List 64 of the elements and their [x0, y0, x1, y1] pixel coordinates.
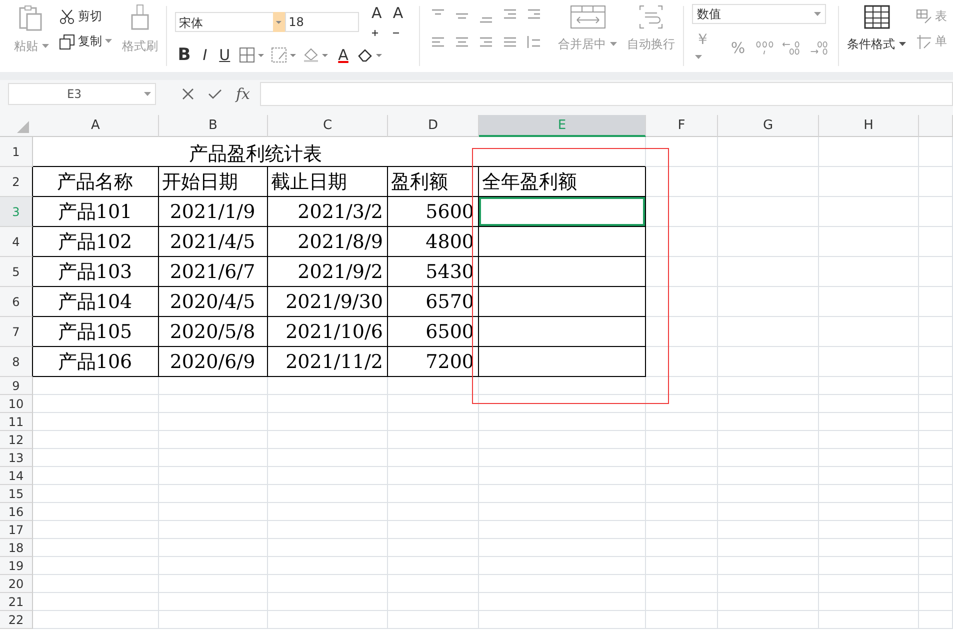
insert-function-button[interactable]: fx [236, 85, 250, 103]
table-grid-icon [862, 4, 891, 30]
number-format-dropdown[interactable]: 数值 [692, 4, 826, 24]
row-header[interactable]: 17 [0, 521, 33, 539]
row-header[interactable]: 4 [0, 227, 33, 257]
scissors-icon [58, 8, 75, 24]
clipboard-icon [18, 4, 44, 32]
row-header[interactable]: 1 [0, 137, 33, 167]
row-header[interactable]: 19 [0, 557, 33, 575]
font-color-button[interactable]: A [335, 46, 352, 64]
name-box[interactable]: E3 [8, 83, 156, 105]
minus-icon [392, 30, 399, 36]
row-header[interactable]: 15 [0, 485, 33, 503]
caret-icon [694, 55, 702, 60]
confirm-icon[interactable] [208, 88, 222, 100]
font-name-field[interactable]: 宋体 [174, 12, 274, 32]
row-header[interactable]: 5 [0, 257, 33, 287]
font-size-field[interactable]: 18 [284, 12, 359, 32]
conditional-format-button[interactable]: 条件格式 [847, 36, 906, 53]
column-heading[interactable]: 全年盈利额 [479, 167, 646, 197]
cell-brush-icon [916, 34, 932, 50]
caret-icon [610, 42, 618, 48]
wrap-text-icon [638, 4, 664, 30]
row-header[interactable]: 7 [0, 317, 33, 347]
formula-input[interactable] [260, 82, 953, 106]
row-header[interactable]: 22 [0, 611, 33, 629]
row-header[interactable]: 2 [0, 167, 33, 197]
bold-button[interactable]: B [174, 46, 194, 64]
borders-icon[interactable] [239, 47, 266, 63]
select-all-icon[interactable] [17, 121, 29, 133]
increase-font-button[interactable]: A [368, 4, 390, 40]
fill-bucket-icon[interactable] [303, 47, 330, 63]
decrease-font-button[interactable]: A [390, 4, 412, 40]
merge-cells-icon [568, 4, 607, 30]
cell-style-icon[interactable] [271, 47, 298, 63]
row-header[interactable]: 11 [0, 413, 33, 431]
cut-button[interactable]: 剪切 [58, 8, 112, 25]
copy-icon [58, 34, 75, 50]
plus-icon [372, 30, 378, 36]
row-header[interactable]: 14 [0, 467, 33, 485]
table-brush-icon [916, 8, 932, 24]
underline-button[interactable]: U [216, 46, 234, 64]
cancel-icon[interactable] [182, 88, 194, 100]
thousands-separator-icon[interactable] [754, 39, 776, 57]
row-header[interactable]: 18 [0, 539, 33, 557]
caret-icon [144, 92, 151, 96]
copy-button[interactable]: 复制 [58, 33, 112, 50]
caret-icon [42, 44, 49, 50]
caret-icon [814, 12, 821, 16]
row-header[interactable]: 8 [0, 347, 33, 377]
caret-icon [104, 39, 112, 44]
caret-icon [898, 42, 906, 48]
italic-button[interactable]: I [200, 46, 210, 64]
row-header[interactable]: 21 [0, 593, 33, 611]
row-header[interactable]: 16 [0, 503, 33, 521]
row-header[interactable]: 10 [0, 395, 33, 413]
row-header[interactable]: 12 [0, 431, 33, 449]
row-header[interactable]: 20 [0, 575, 33, 593]
eraser-icon[interactable] [357, 47, 384, 63]
row-header[interactable]: 6 [0, 287, 33, 317]
row-header[interactable]: 9 [0, 377, 33, 395]
brush-icon [128, 4, 151, 32]
dropdown-icon[interactable] [273, 12, 285, 32]
row-header[interactable]: 13 [0, 449, 33, 467]
